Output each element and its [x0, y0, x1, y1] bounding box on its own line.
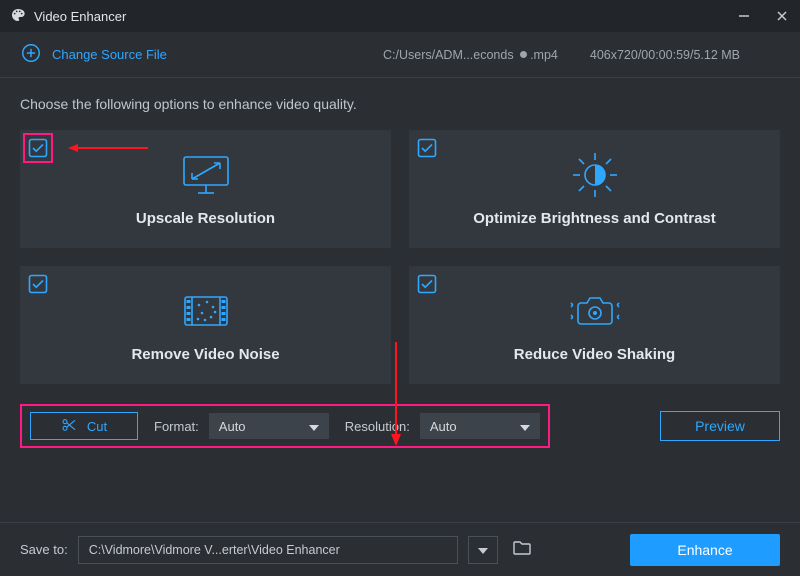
source-bar: Change Source File C:/Users/ADM...econds… [0, 32, 800, 78]
enhance-button[interactable]: Enhance [630, 534, 780, 566]
option-upscale-resolution[interactable]: Upscale Resolution [20, 130, 391, 248]
bullet-icon [520, 51, 527, 58]
format-label: Format: [154, 419, 199, 434]
option-label: Remove Video Noise [131, 346, 279, 363]
option-brightness-contrast[interactable]: Optimize Brightness and Contrast [409, 130, 780, 248]
camera-shake-icon [565, 288, 625, 334]
annotation-highlight-controls: Cut Format: Auto Resolution: Auto [20, 404, 550, 448]
chevron-down-icon [520, 419, 530, 434]
format-control: Format: Auto [154, 413, 329, 439]
resolution-value: Auto [430, 419, 457, 434]
footer: Save to: C:\Vidmore\Vidmore V...erter\Vi… [0, 522, 800, 576]
format-value: Auto [219, 419, 246, 434]
titlebar: Video Enhancer [0, 0, 800, 32]
minimize-button[interactable] [736, 8, 752, 24]
source-path: C:/Users/ADM...econds .mp4 [383, 48, 558, 62]
brightness-icon [569, 152, 621, 198]
options-grid: Upscale Resolution Optimize Brightness a… [0, 122, 800, 384]
save-to-label: Save to: [20, 542, 68, 557]
enhance-label: Enhance [677, 542, 732, 558]
source-meta: 406x720/00:00:59/5.12 MB [590, 48, 740, 62]
preview-label: Preview [695, 418, 745, 434]
checkbox-icon[interactable] [28, 138, 48, 158]
change-source-button[interactable]: Change Source File [20, 42, 167, 67]
plus-circle-icon [20, 42, 42, 67]
annotation-arrow-left [68, 144, 148, 152]
resolution-select[interactable]: Auto [420, 413, 540, 439]
close-button[interactable] [774, 8, 790, 24]
option-remove-noise[interactable]: Remove Video Noise [20, 266, 391, 384]
window-controls [736, 8, 790, 24]
save-path-field[interactable]: C:\Vidmore\Vidmore V...erter\Video Enhan… [78, 536, 458, 564]
option-reduce-shaking[interactable]: Reduce Video Shaking [409, 266, 780, 384]
cut-button[interactable]: Cut [30, 412, 138, 440]
save-path-dropdown[interactable] [468, 536, 498, 564]
checkbox-icon[interactable] [417, 274, 437, 294]
palette-icon [10, 7, 26, 26]
checkbox-icon[interactable] [28, 274, 48, 294]
chevron-down-icon [478, 542, 488, 557]
format-select[interactable]: Auto [209, 413, 329, 439]
scissors-icon [61, 417, 77, 436]
open-folder-button[interactable] [508, 536, 536, 564]
film-noise-icon [181, 288, 231, 334]
checkbox-icon[interactable] [417, 138, 437, 158]
option-label: Optimize Brightness and Contrast [473, 210, 716, 227]
option-label: Upscale Resolution [136, 210, 275, 227]
chevron-down-icon [309, 419, 319, 434]
change-source-label: Change Source File [52, 47, 167, 62]
preview-button[interactable]: Preview [660, 411, 780, 441]
option-label: Reduce Video Shaking [514, 346, 675, 363]
resolution-control: Resolution: Auto [345, 413, 540, 439]
cut-label: Cut [87, 419, 107, 434]
controls-row: Cut Format: Auto Resolution: Auto Previe… [0, 384, 800, 448]
instruction-text: Choose the following options to enhance … [0, 78, 800, 122]
window-title: Video Enhancer [34, 9, 126, 24]
monitor-upscale-icon [178, 152, 234, 198]
folder-icon [513, 540, 531, 559]
save-path-value: C:\Vidmore\Vidmore V...erter\Video Enhan… [89, 543, 340, 557]
resolution-label: Resolution: [345, 419, 410, 434]
